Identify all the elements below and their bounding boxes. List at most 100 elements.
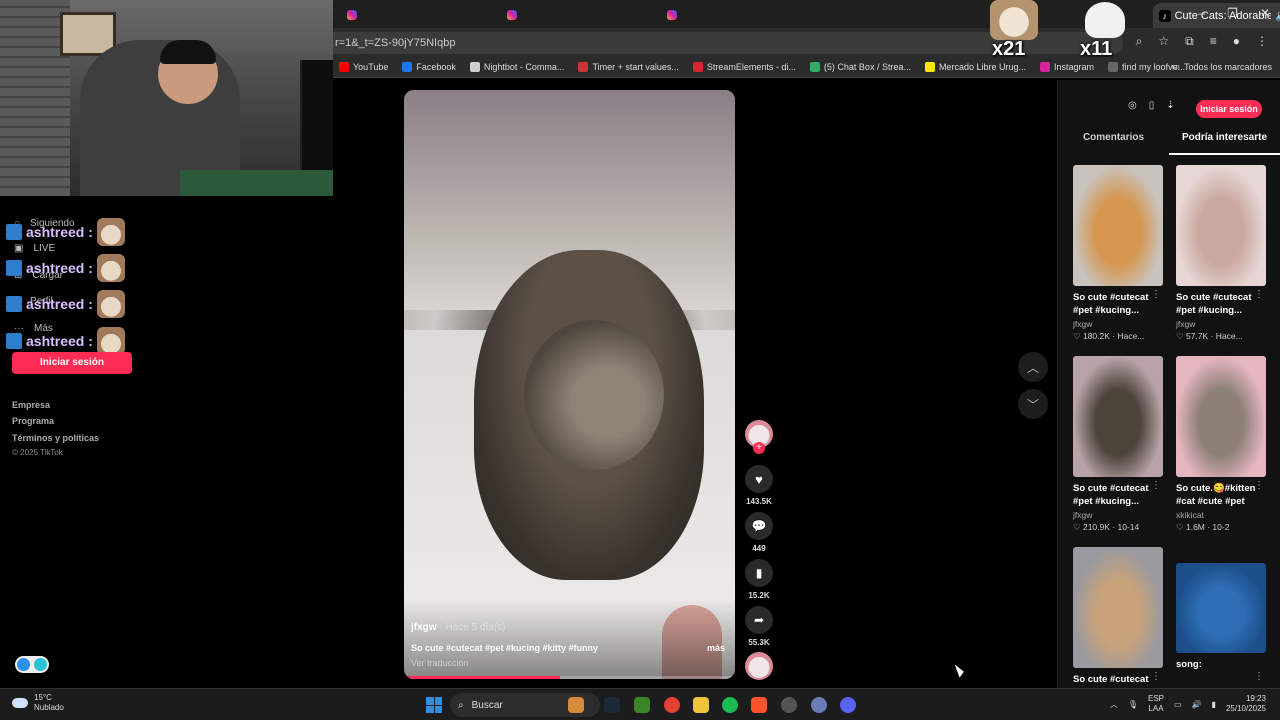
bookmark-item[interactable]: Timer + start values... [578,61,679,72]
minecraft-icon[interactable] [634,697,650,713]
recommended-card[interactable]: ⋮ So cute #cutecat #pet #kucing... jfxgw ♡ 5… [1176,165,1266,342]
comment-button[interactable]: 💬 [745,512,773,540]
recommended-card[interactable]: ⋮ So cute #cutecat #pet #kucing... jfxgw ♡ 1… [1073,165,1163,342]
all-bookmarks[interactable]: ▭ Todos los marcadores [1171,61,1272,72]
bookmark-item[interactable]: Instagram [1040,61,1094,72]
save-button[interactable]: ▮ [745,559,773,587]
device-icon[interactable]: ▯ [1149,100,1155,111]
clock[interactable]: 19:23 25/10/2025 [1226,694,1266,714]
like-button[interactable]: ♥ [745,465,773,493]
login-button-left[interactable]: Iniciar sesión [12,352,132,374]
bookmark-item[interactable]: YouTube [339,61,388,72]
brave-icon[interactable] [751,697,767,713]
minimize-icon[interactable]: – [1198,6,1205,20]
bookmark-item[interactable]: Facebook [402,61,456,72]
tab-instagram-3[interactable] [667,4,683,26]
chevron-up-tray-icon[interactable]: ︿ [1110,699,1118,710]
card-menu-icon[interactable]: ⋮ [1254,289,1264,300]
tiktok-icon: ♪ [1159,9,1171,22]
battery-icon[interactable]: ▮ [1212,700,1216,709]
microphone-icon[interactable]: 🎙 [1128,700,1138,709]
close-icon[interactable]: ✕ [1260,6,1270,20]
recommended-card[interactable]: ⋮ So cute.😋#kitten #cat #cute #pet xkikicat… [1176,356,1266,533]
menu-icon[interactable]: ⋮ [1256,34,1268,49]
card-menu-icon[interactable]: ⋮ [1254,671,1264,682]
chat-cat-emote-icon [96,327,125,355]
recommended-card[interactable]: ⋮ song: [1176,547,1266,682]
media-icon[interactable]: ≡ [1210,34,1217,49]
previous-video-button[interactable]: ︿ [1018,352,1048,382]
card-title2: #pet #kucing... [1073,496,1139,507]
weather-desc: Nublado [34,703,64,712]
login-button-right[interactable]: Iniciar sesión [1196,100,1262,118]
chat-badge-icon [6,296,22,312]
steam-icon[interactable] [604,697,620,713]
card-menu-icon[interactable]: ⋮ [1151,671,1161,682]
download-icon[interactable]: ⇣ [1166,100,1174,111]
next-video-button[interactable]: ﹀ [1018,389,1048,419]
video-player[interactable]: jfxgw · Hace 5 día(s) So cute #cutecat #… [404,90,735,679]
tab-instagram-2[interactable] [507,4,523,26]
footer-terms[interactable]: Términos y políticas [12,433,99,443]
video-author[interactable]: jfxgw · Hace 5 día(s) [411,622,505,633]
card-menu-icon[interactable]: ⋮ [1151,480,1161,491]
file-explorer-icon[interactable] [693,697,709,713]
recommended-card[interactable]: ⋮ So cute #cutecat #pet #kucing... jfxgw ♡ 2… [1073,356,1163,533]
mute-icon[interactable]: 🔊 [1275,9,1280,22]
restore-icon[interactable]: ❐ [1227,6,1238,20]
weather-widget[interactable]: 15°C Nublado [12,693,64,713]
extensions-icon[interactable]: ⧉ [1185,34,1194,49]
video-thumbnail[interactable] [1073,356,1163,477]
video-thumbnail[interactable] [1176,563,1266,653]
bookmark-item[interactable]: Mercado Libre Urug... [924,61,1026,72]
paint-app-icon[interactable] [568,697,584,713]
translate-link[interactable]: Ver traducción [411,658,469,668]
volume-icon[interactable]: 🔊 [1192,700,1202,709]
music-disc-avatar[interactable] [745,652,773,680]
display-icon[interactable]: ▭ [1174,700,1182,709]
video-progress-bar[interactable] [404,676,735,679]
instagram-icon [347,10,357,20]
tab-instagram-1[interactable] [347,4,363,26]
video-thumbnail[interactable] [1073,547,1163,668]
author-name[interactable]: jfxgw [411,622,437,633]
card-menu-icon[interactable]: ⋮ [1254,480,1264,491]
recommended-card[interactable]: ⋮ So cute #cutecat [1073,547,1163,686]
theme-toggle[interactable] [15,656,49,673]
tab-recommended[interactable]: Podría interesarte [1169,131,1280,155]
profile-icon[interactable]: ● [1233,34,1240,49]
right-panel-tabs: Comentarios Podría interesarte [1058,131,1280,155]
follow-plus-icon[interactable]: + [753,442,765,454]
compass-icon[interactable]: ◎ [1128,100,1137,111]
spotify-icon[interactable] [722,697,738,713]
obs-icon[interactable] [781,697,797,713]
zoom-icon[interactable]: ⌕ [1136,34,1143,49]
footer-program[interactable]: Programa [12,416,54,426]
chrome-icon[interactable] [664,697,680,713]
start-button[interactable] [426,697,442,713]
star-icon[interactable]: ☆ [1158,34,1169,49]
card-title: So cute #cutecat [1073,483,1149,494]
comment-count: 449 [752,544,766,553]
card-title: So cute #cutecat [1176,292,1252,303]
bookmark-favicon-icon [578,61,589,72]
more-button[interactable]: más [707,643,725,653]
bookmark-item[interactable]: StreamElements - di... [692,61,796,72]
video-thumbnail[interactable] [1073,165,1163,286]
discord-icon[interactable] [840,697,856,713]
counter-right: x11 [1080,38,1113,60]
instagram-icon [667,10,677,20]
bookmark-item[interactable]: (5) Chat Box / Strea... [809,61,911,72]
footer-company[interactable]: Empresa [12,400,50,410]
app-icon[interactable] [811,697,827,713]
video-thumbnail[interactable] [1176,356,1266,477]
window-controls: – ❐ ✕ [1198,6,1270,20]
video-thumbnail[interactable] [1176,165,1266,286]
chat-message: ashtreed : [6,254,125,282]
share-button[interactable]: ➦ [745,606,773,634]
tab-comments[interactable]: Comentarios [1058,131,1169,155]
chat-badge-icon [6,333,22,349]
language-indicator[interactable]: ESP LAA [1148,694,1164,714]
bookmark-item[interactable]: Nightbot - Comma... [469,61,564,72]
card-menu-icon[interactable]: ⋮ [1151,289,1161,300]
